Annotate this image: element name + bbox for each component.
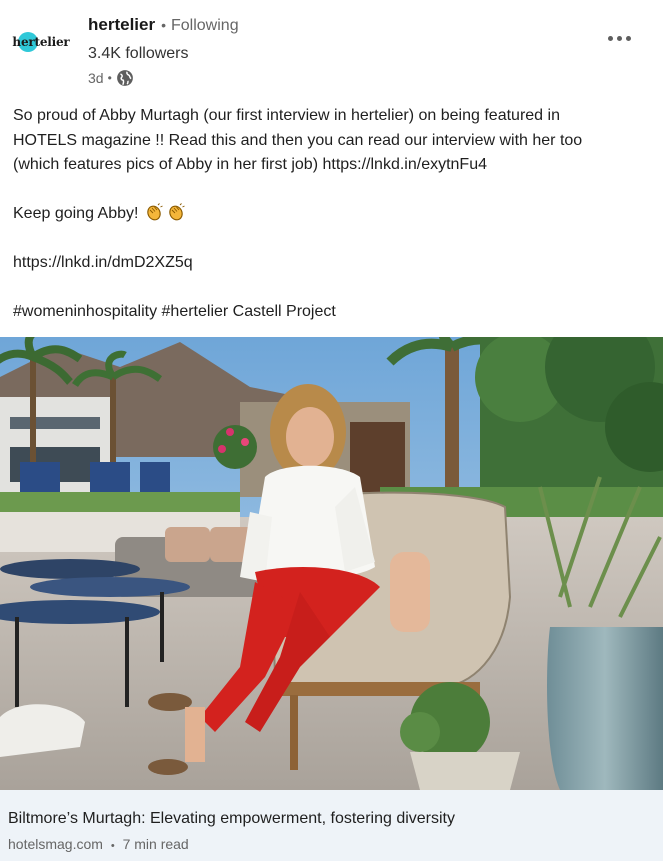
author-line: hertelier • Following <box>88 15 239 35</box>
hashtags[interactable]: #womeninhospitality #hertelier Castell P… <box>13 300 653 325</box>
article-link-card[interactable]: Biltmore’s Murtagh: Elevating empowermen… <box>0 790 663 861</box>
separator-dot: • <box>110 840 115 852</box>
article-read-time: 7 min read <box>122 836 189 852</box>
post-meta: 3d • <box>88 69 134 87</box>
article-photo <box>0 337 663 790</box>
article-title: Biltmore’s Murtagh: Elevating empowermen… <box>8 810 455 827</box>
separator-dot: • <box>107 71 112 85</box>
more-horizontal-icon <box>607 35 613 41</box>
more-dot <box>616 35 622 41</box>
article-image[interactable] <box>0 337 663 790</box>
article-meta: hotelsmag.com • 7 min read <box>8 836 189 852</box>
post-line: Keep going Abby! <box>13 202 653 227</box>
clapping-hands-icon <box>169 203 185 221</box>
clapping-hands-icon <box>147 203 163 221</box>
keep-going-text: Keep going Abby! <box>13 205 139 222</box>
more-dot <box>625 35 631 41</box>
company-logo[interactable]: hertelier <box>10 22 72 62</box>
feed-post: hertelier hertelier • Following 3.4K fol… <box>0 0 663 861</box>
globe-icon <box>116 70 133 86</box>
follower-count: 3.4K followers <box>88 45 189 62</box>
post-body: So proud of Abby Murtagh (our first inte… <box>13 104 653 325</box>
post-link[interactable]: https://lnkd.in/dmD2XZ5q <box>13 251 653 276</box>
post-line: (which features pics of Abby in her firs… <box>13 156 487 173</box>
more-options-button[interactable] <box>598 24 640 52</box>
separator-dot: • <box>161 17 166 33</box>
follow-status: Following <box>171 17 239 34</box>
author-name[interactable]: hertelier <box>88 15 155 35</box>
article-source: hotelsmag.com <box>8 836 103 852</box>
post-line: So proud of Abby Murtagh (our first inte… <box>13 107 560 124</box>
post-header: hertelier hertelier • Following 3.4K fol… <box>0 0 663 100</box>
post-time: 3d <box>88 70 104 86</box>
logo-text: hertelier <box>12 35 70 49</box>
post-line: HOTELS magazine !! Read this and then yo… <box>13 131 583 149</box>
